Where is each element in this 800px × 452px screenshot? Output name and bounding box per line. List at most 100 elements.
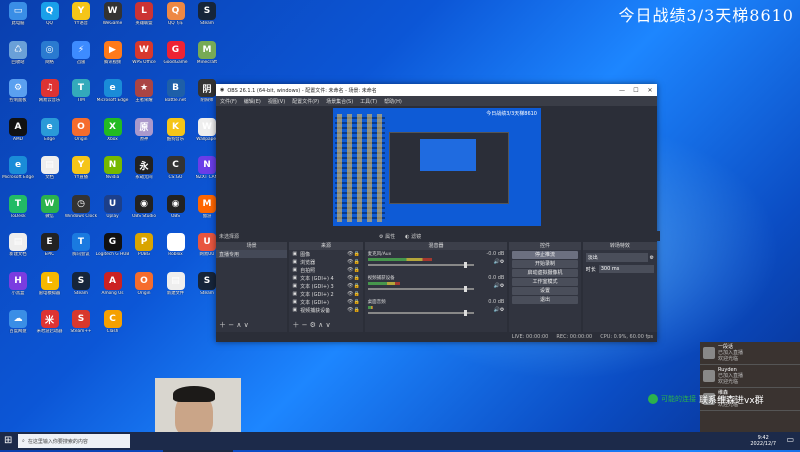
obs-menu-item[interactable]: 文件(F) bbox=[220, 98, 237, 105]
desktop-icon[interactable]: L 英雄联盟 bbox=[127, 2, 161, 42]
filters-button[interactable]: ◐ 滤镜 bbox=[405, 233, 421, 240]
desktop-icon[interactable]: U Uplay bbox=[96, 194, 130, 235]
desktop-icon[interactable]: ▤ 新建文件 bbox=[159, 271, 193, 312]
maximize-icon[interactable]: ☐ bbox=[629, 87, 643, 94]
desktop-icon[interactable]: O Origin bbox=[64, 117, 98, 158]
source-item[interactable]: ▣ 文本 (GDI+) 3 👁🔒 bbox=[289, 282, 362, 290]
control-button[interactable]: 启动虚拟摄像机 bbox=[512, 269, 578, 277]
desktop-icon[interactable]: A Among Us bbox=[96, 271, 130, 312]
desktop-icon[interactable]: S Steam bbox=[190, 2, 224, 42]
duration-input[interactable]: 300 ms bbox=[598, 265, 655, 273]
desktop-icon[interactable]: Y YY语音 bbox=[64, 2, 98, 42]
obs-menu-item[interactable]: 场景集合(S) bbox=[326, 98, 353, 105]
chat-item[interactable]: Ruyden 已加入直播 欢迎光临 bbox=[700, 365, 800, 388]
source-item[interactable]: ▣ 文本 (GDI+) 👁🔒 bbox=[289, 298, 362, 306]
desktop-icon[interactable]: X Xbox bbox=[96, 117, 130, 158]
obs-menu-item[interactable]: 工具(T) bbox=[360, 98, 377, 105]
desktop-icon[interactable]: S Steam++ bbox=[64, 310, 98, 350]
desktop-icon[interactable]: G Logitech G HUB bbox=[96, 233, 130, 273]
desktop-icon[interactable]: ▤ 新建文档 bbox=[1, 233, 35, 273]
desktop-icon[interactable]: C CS:GO bbox=[159, 156, 193, 196]
obs-window[interactable]: ◉ OBS 26.1.1 (64-bit, windows) - 配置文件: 未… bbox=[216, 84, 660, 342]
source-item[interactable]: ▣ 图像 👁🔒 bbox=[289, 250, 362, 258]
taskbar-search[interactable]: ⌕ 在这里输入你要搜索的内容 bbox=[18, 434, 130, 448]
desktop-icon[interactable]: T ToDesk bbox=[1, 194, 35, 235]
desktop-icon[interactable]: e Edge bbox=[33, 117, 67, 158]
speaker-icon[interactable]: 🔊⚙ bbox=[494, 283, 505, 289]
visibility-lock-icon[interactable]: 👁🔒 bbox=[347, 267, 360, 273]
desktop-icon[interactable]: R Roblox bbox=[159, 233, 193, 273]
desktop-icon[interactable]: G GoodGame bbox=[159, 40, 193, 81]
desktop-icon[interactable]: M Minecraft bbox=[190, 40, 224, 81]
desktop-icon[interactable]: T 腾讯会议 bbox=[64, 233, 98, 273]
desktop-icon[interactable]: 原原神 bbox=[127, 117, 161, 158]
visibility-lock-icon[interactable]: 👁🔒 bbox=[347, 307, 360, 313]
obs-preview[interactable]: 今日战绩3/3天梯8610 bbox=[333, 108, 541, 226]
desktop-icon[interactable]: Q QQ bbox=[33, 2, 67, 42]
desktop-icon[interactable]: N Nvidia bbox=[96, 156, 130, 196]
desktop-icon[interactable]: W 微信 bbox=[33, 194, 67, 235]
visibility-lock-icon[interactable]: 👁🔒 bbox=[347, 291, 360, 297]
minimize-icon[interactable]: — bbox=[615, 87, 629, 94]
source-item[interactable]: ▣ 文本 (GDI+) 4 👁🔒 bbox=[289, 274, 362, 282]
visibility-lock-icon[interactable]: 👁🔒 bbox=[347, 283, 360, 289]
volume-fader[interactable] bbox=[367, 310, 475, 316]
notification-icon[interactable]: ▭ bbox=[786, 435, 794, 444]
taskbar-clock[interactable]: 9:42 2022/12/7 bbox=[750, 435, 776, 447]
desktop-icon[interactable]: ◎ 网络 bbox=[33, 40, 67, 81]
desktop-icon[interactable]: 永永劫无间 bbox=[127, 156, 161, 196]
control-button[interactable]: 设置 bbox=[512, 287, 578, 295]
desktop-icon[interactable]: e Microsoft Edge bbox=[96, 79, 130, 119]
obs-menu-item[interactable]: 编辑(E) bbox=[244, 98, 261, 105]
properties-button[interactable]: ⚙ 属性 bbox=[379, 233, 395, 240]
desktop-icon[interactable]: ◉ OBS bbox=[159, 194, 193, 235]
obs-menu-item[interactable]: 配置文件(P) bbox=[292, 98, 319, 105]
desktop-icon[interactable]: O Origin bbox=[127, 271, 161, 312]
desktop-icon[interactable]: ⚙ 控制面板 bbox=[1, 79, 35, 119]
close-icon[interactable]: ✕ bbox=[643, 87, 657, 94]
desktop-icon[interactable]: ◉ OBS Studio bbox=[127, 194, 161, 235]
source-item[interactable]: ▣ 视频捕获设备 👁🔒 bbox=[289, 306, 362, 314]
desktop-icon[interactable]: ⚡ 迅雷 bbox=[64, 40, 98, 81]
desktop-icon[interactable]: e Microsoft Edge bbox=[1, 156, 35, 196]
control-button[interactable]: 退出 bbox=[512, 296, 578, 304]
transition-select[interactable]: 淡出 bbox=[585, 253, 648, 262]
visibility-lock-icon[interactable]: 👁🔒 bbox=[347, 259, 360, 265]
desktop-icon[interactable]: C Clash bbox=[96, 310, 130, 350]
volume-fader[interactable] bbox=[367, 286, 475, 292]
visibility-lock-icon[interactable]: 👁🔒 bbox=[347, 251, 360, 257]
desktop-icon[interactable]: E EPIC bbox=[33, 233, 67, 273]
desktop-icon[interactable]: Y YY直播 bbox=[64, 156, 98, 196]
desktop-icon[interactable]: W WPS Office bbox=[127, 40, 161, 81]
transition-settings-icon[interactable]: ⚙ bbox=[650, 255, 654, 261]
desktop-icon[interactable]: T TIM bbox=[64, 79, 98, 119]
speaker-icon[interactable]: 🔊⚙ bbox=[494, 259, 505, 265]
desktop-icon[interactable]: ▤ 文档 bbox=[33, 156, 67, 196]
visibility-lock-icon[interactable]: 👁🔒 bbox=[347, 299, 360, 305]
obs-menu-item[interactable]: 视图(V) bbox=[268, 98, 285, 105]
start-icon[interactable]: ⊞ bbox=[4, 435, 12, 446]
desktop-icon[interactable]: S Steam bbox=[64, 271, 98, 312]
desktop-icon[interactable]: W WeGame bbox=[96, 2, 130, 42]
visibility-lock-icon[interactable]: 👁🔒 bbox=[347, 275, 360, 281]
desktop-icon[interactable]: Q QQ飞车 bbox=[159, 2, 193, 42]
control-button[interactable]: 工作室模式 bbox=[512, 278, 578, 286]
desktop-icon[interactable]: ▶ 腾讯视频 bbox=[96, 40, 130, 81]
desktop-icon[interactable]: ▭ 此电脑 bbox=[1, 2, 35, 42]
chat-item[interactable]: 一段话 已加入直播 欢迎光临 bbox=[700, 342, 800, 365]
desktop-icon[interactable]: ☁ 百度网盘 bbox=[1, 310, 35, 350]
source-item[interactable]: ▣ 文本 (GDI+) 2 👁🔒 bbox=[289, 290, 362, 298]
obs-title-bar[interactable]: ◉ OBS 26.1.1 (64-bit, windows) - 配置文件: 未… bbox=[216, 84, 657, 96]
desktop-icon[interactable]: ◷ Windows Clock bbox=[64, 194, 98, 235]
desktop-icon[interactable]: 米米哈游启动器 bbox=[33, 310, 67, 350]
desktop-icon[interactable]: K 酷狗音乐 bbox=[159, 117, 193, 158]
speaker-icon[interactable]: 🔊⚙ bbox=[494, 307, 505, 313]
source-controls[interactable]: ＋ − ⚙ ∧ ∨ bbox=[292, 320, 330, 330]
desktop-icon[interactable]: ♺ 回收站 bbox=[1, 40, 35, 81]
volume-fader[interactable] bbox=[367, 262, 475, 268]
desktop-icon[interactable]: P PUBG bbox=[127, 233, 161, 273]
control-button[interactable]: 停止推流 bbox=[512, 251, 578, 259]
desktop-icon[interactable]: L 雷电模拟器 bbox=[33, 271, 67, 312]
desktop-icon[interactable]: H 小黑盒 bbox=[1, 271, 35, 312]
control-button[interactable]: 开始录制 bbox=[512, 260, 578, 268]
